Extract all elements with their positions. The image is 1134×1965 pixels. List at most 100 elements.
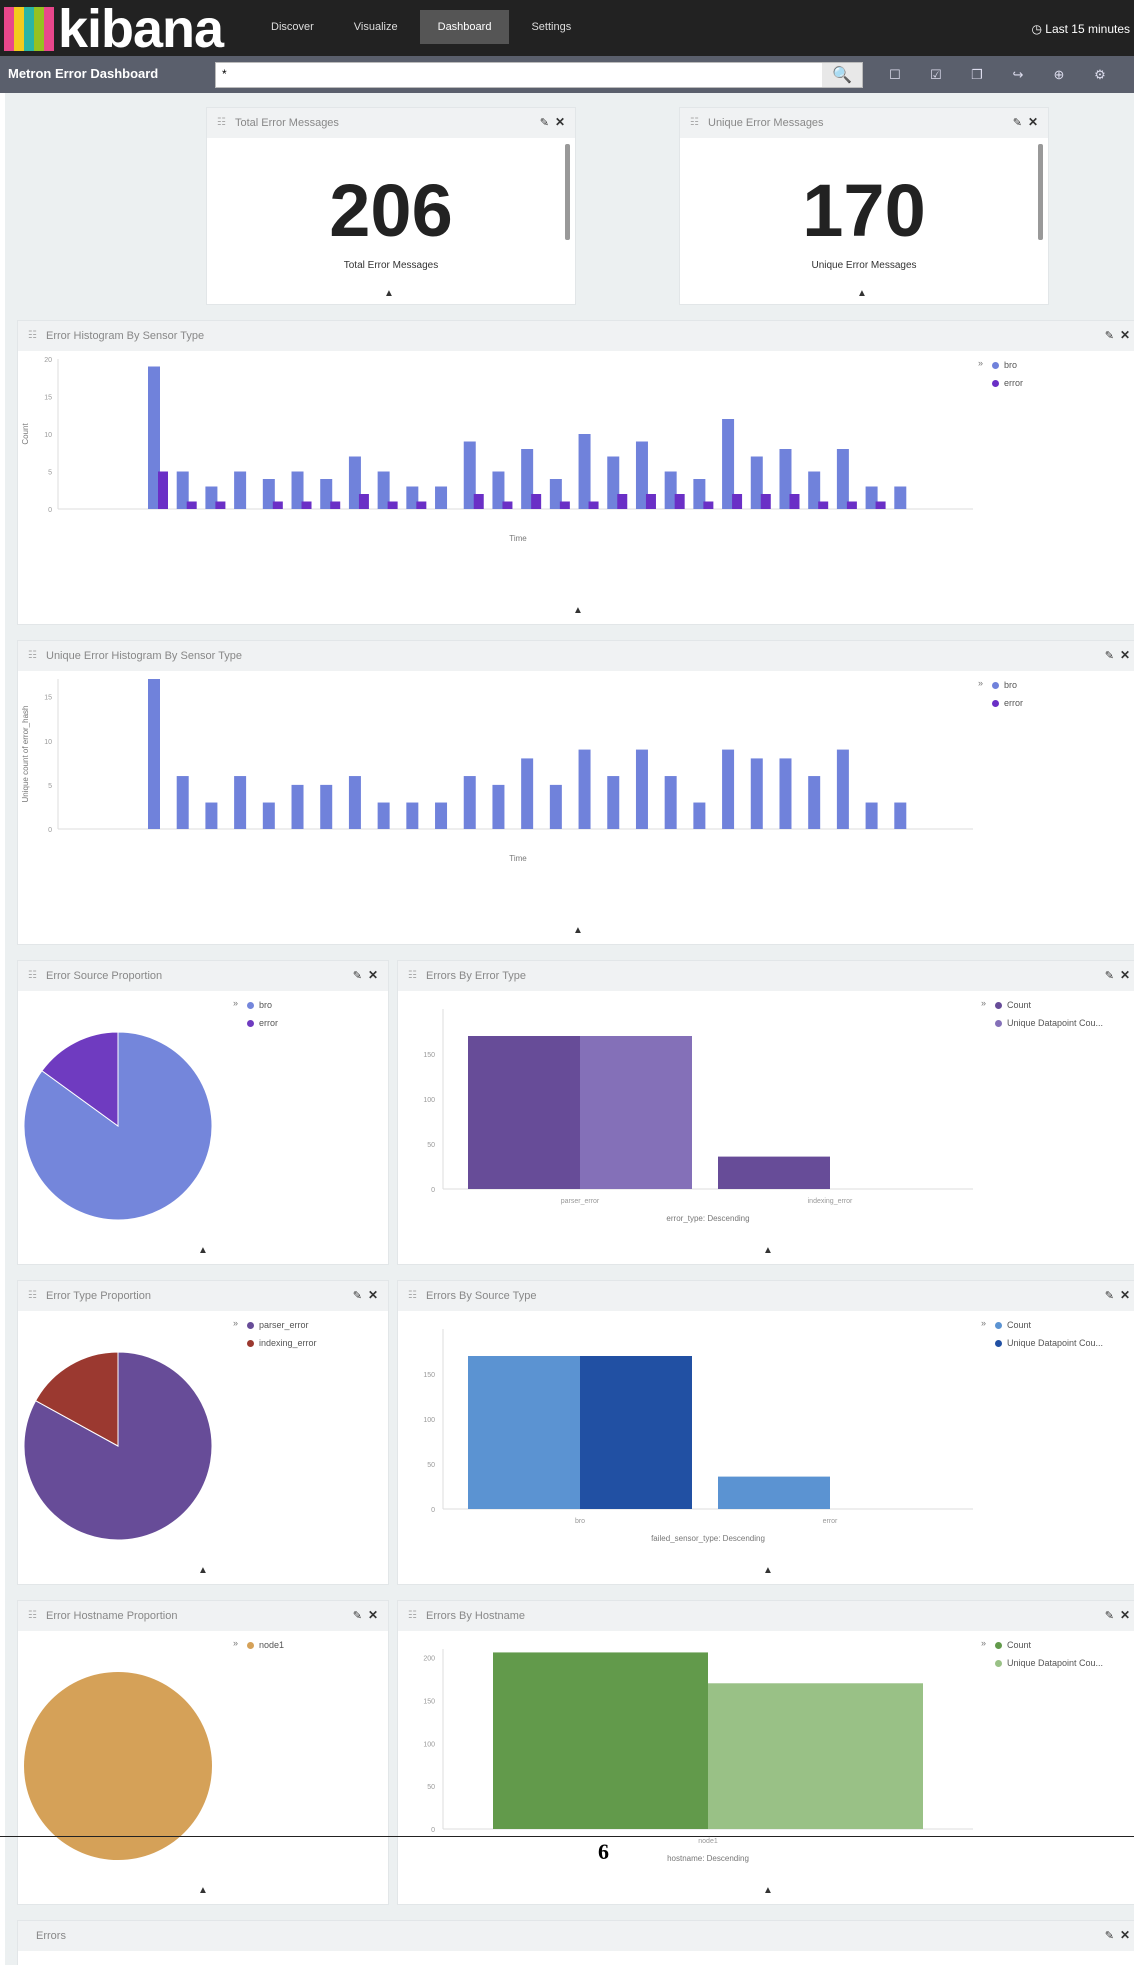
legend-toggle-icon[interactable]: » [233,998,238,1008]
legend-toggle-icon[interactable]: » [981,1318,986,1328]
edit-icon[interactable]: ✎ [1105,1929,1114,1942]
y-tick-label: 200 [423,1656,435,1663]
legend-item[interactable]: Unique Datapoint Cou... [995,1014,1103,1032]
close-icon[interactable]: ✕ [1120,1288,1130,1302]
bar-bro [865,802,878,829]
y-tick-label: 150 [423,1372,435,1379]
legend-item[interactable]: Count [995,1316,1103,1334]
nav-tab-visualize[interactable]: Visualize [336,10,416,44]
scrollbar[interactable] [565,144,570,240]
bar-error [559,501,570,509]
legend-toggle-icon[interactable]: » [981,998,986,1008]
collapse-caret-icon[interactable]: ▲ [198,1885,208,1896]
legend-toggle-icon[interactable]: » [981,1638,986,1648]
legend-label: parser_error [259,1320,309,1330]
collapse-caret-icon[interactable]: ▲ [763,1245,773,1256]
edit-icon[interactable]: ✎ [353,969,362,982]
legend-toggle-icon[interactable]: » [233,1638,238,1648]
legend-item[interactable]: parser_error [247,1316,317,1334]
x-tick-label: error [823,1518,838,1525]
bar-Count [493,1652,708,1829]
legend-swatch [247,1641,254,1649]
bar-bro [693,802,706,829]
bar-bro [234,776,247,829]
legend-item[interactable]: Unique Datapoint Cou... [995,1334,1103,1352]
bar-chart-icon: ☷ [408,1290,417,1301]
legend-item[interactable]: bro [992,356,1023,374]
bar-bro [291,784,304,829]
load-icon[interactable]: ❐ [967,65,987,85]
y-tick-label: 50 [427,1784,435,1791]
edit-icon[interactable]: ✎ [1105,649,1114,662]
collapse-caret-icon[interactable]: ▲ [857,288,867,299]
collapse-caret-icon[interactable]: ▲ [198,1245,208,1256]
bar-chart: 0 50 100 150 bro error failed_sensor_type: Des… [423,1329,973,1543]
legend-item[interactable]: Count [995,996,1103,1014]
nav-tab-settings[interactable]: Settings [513,10,589,44]
panel-title: Unique Error Histogram By Sensor Type [46,650,243,662]
panel-title: Errors By Source Type [426,1290,537,1302]
close-icon[interactable]: ✕ [368,1288,378,1302]
legend-item[interactable]: node1 [247,1636,284,1654]
save-icon[interactable]: ☑ [926,65,946,85]
edit-icon[interactable]: ✎ [353,1609,362,1622]
y-tick-label: 0 [48,507,52,514]
edit-icon[interactable]: ✎ [1105,329,1114,342]
bar-bro [406,802,419,829]
close-icon[interactable]: ✕ [1120,328,1130,342]
nav-tab-discover[interactable]: Discover [253,10,332,44]
y-tick-label: 150 [423,1698,435,1705]
scrollbar[interactable] [1038,144,1043,240]
nav-tab-dashboard[interactable]: Dashboard [419,10,510,44]
time-picker[interactable]: ◷ Last 15 minutes [1031,22,1130,36]
legend-item[interactable]: Unique Datapoint Cou... [995,1654,1103,1672]
legend-item[interactable]: error [992,694,1023,712]
close-icon[interactable]: ✕ [1120,968,1130,982]
close-icon[interactable]: ✕ [1028,115,1038,129]
edit-icon[interactable]: ✎ [1105,1289,1114,1302]
edit-icon[interactable]: ✎ [1105,969,1114,982]
kibana-logo[interactable]: kibana [0,2,224,56]
x-tick-label: indexing_error [808,1198,853,1205]
collapse-caret-icon[interactable]: ▲ [763,1885,773,1896]
close-icon[interactable]: ✕ [1120,1608,1130,1622]
edit-icon[interactable]: ✎ [353,1289,362,1302]
collapse-caret-icon[interactable]: ▲ [763,1565,773,1576]
legend-item[interactable]: indexing_error [247,1334,317,1352]
legend-toggle-icon[interactable]: » [233,1318,238,1328]
collapse-caret-icon[interactable]: ▲ [384,288,394,299]
edit-icon[interactable]: ✎ [540,116,549,129]
close-icon[interactable]: ✕ [1120,648,1130,662]
bar-bro [377,802,390,829]
legend-toggle-icon[interactable]: » [978,678,983,688]
legend-item[interactable]: error [992,374,1023,392]
options-icon[interactable]: ⚙ [1090,65,1110,85]
bar-bro [320,784,333,829]
legend-item[interactable]: error [247,1014,278,1032]
close-icon[interactable]: ✕ [555,115,565,129]
new-dashboard-icon[interactable]: ☐ [885,65,905,85]
close-icon[interactable]: ✕ [368,1608,378,1622]
close-icon[interactable]: ✕ [1120,1928,1130,1942]
bar-error [617,494,628,509]
bar-error [875,501,886,509]
legend-item[interactable]: bro [992,676,1023,694]
search-input[interactable] [216,63,828,85]
share-icon[interactable]: ↪ [1008,65,1028,85]
legend-item[interactable]: Count [995,1636,1103,1654]
collapse-caret-icon[interactable]: ▲ [198,1565,208,1576]
panel-title: Unique Error Messages [708,117,824,129]
search-button[interactable]: 🔍 [822,63,862,87]
add-visualization-icon[interactable]: ⊕ [1049,65,1069,85]
bar-error [502,501,513,509]
legend-item[interactable]: bro [247,996,278,1014]
legend-toggle-icon[interactable]: » [978,358,983,368]
y-tick-label: 20 [44,357,52,364]
edit-icon[interactable]: ✎ [1013,116,1022,129]
bar-error [387,501,398,509]
pie-chart [23,1351,213,1541]
close-icon[interactable]: ✕ [368,968,378,982]
edit-icon[interactable]: ✎ [1105,1609,1114,1622]
collapse-caret-icon[interactable]: ▲ [573,925,583,936]
collapse-caret-icon[interactable]: ▲ [573,605,583,616]
